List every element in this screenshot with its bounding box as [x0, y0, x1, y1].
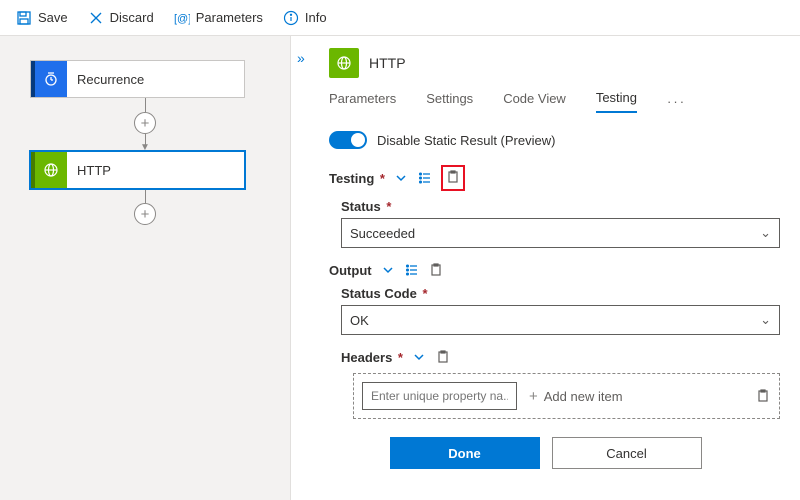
chevron-down-icon[interactable] [380, 262, 396, 278]
tab-code-view[interactable]: Code View [503, 91, 566, 112]
paste-icon[interactable] [435, 349, 451, 365]
output-section-label: Output [329, 263, 372, 278]
globe-icon [31, 152, 67, 188]
paste-icon[interactable] [445, 169, 461, 185]
tab-settings[interactable]: Settings [426, 91, 473, 112]
switch-schema-highlight [441, 165, 465, 191]
connector: + ▼ [38, 98, 253, 151]
discard-icon [88, 10, 104, 26]
parameters-label: Parameters [196, 10, 263, 25]
done-button[interactable]: Done [390, 437, 540, 469]
discard-label: Discard [110, 10, 154, 25]
add-step-button[interactable]: + [134, 112, 156, 134]
status-code-select[interactable]: OK ⌄ [341, 305, 780, 335]
node-label: Recurrence [67, 72, 154, 87]
svg-text:[@]: [@] [174, 13, 190, 25]
discard-button[interactable]: Discard [80, 6, 162, 30]
clock-icon [31, 61, 67, 97]
chevron-down-icon: ⌄ [760, 312, 771, 328]
status-code-label: Status Code * [341, 286, 780, 301]
workflow-canvas: Recurrence + ▼ HTTP + [0, 36, 290, 500]
status-select[interactable]: Succeeded ⌄ [341, 218, 780, 248]
chevron-down-icon[interactable] [393, 170, 409, 186]
toggle-label: Disable Static Result (Preview) [377, 133, 555, 148]
node-recurrence[interactable]: Recurrence [30, 60, 245, 98]
node-http[interactable]: HTTP [30, 151, 245, 189]
cancel-button[interactable]: Cancel [552, 437, 702, 469]
tab-testing[interactable]: Testing [596, 90, 637, 113]
details-panel: » HTTP Parameters Settings Code View Tes… [290, 36, 800, 500]
chevron-down-icon[interactable] [411, 349, 427, 365]
info-button[interactable]: Info [275, 6, 335, 30]
tab-more-icon[interactable]: ··· [667, 94, 686, 109]
toolbar: Save Discard [@] Parameters Info [0, 0, 800, 36]
save-label: Save [38, 10, 68, 25]
collapse-panel-icon[interactable]: » [297, 50, 305, 66]
paste-icon[interactable] [755, 388, 771, 404]
globe-icon [329, 48, 359, 78]
add-step-button[interactable]: + [134, 203, 156, 225]
headers-box: +Add new item [353, 373, 780, 419]
status-code-value: OK [350, 313, 369, 328]
paste-icon[interactable] [428, 262, 444, 278]
save-icon [16, 10, 32, 26]
node-label: HTTP [67, 163, 121, 178]
panel-title: HTTP [369, 55, 406, 71]
list-icon[interactable] [417, 170, 433, 186]
parameters-button[interactable]: [@] Parameters [166, 6, 271, 30]
status-label: Status * [341, 199, 780, 214]
list-icon[interactable] [404, 262, 420, 278]
add-new-item-button[interactable]: +Add new item [529, 388, 623, 405]
property-name-input[interactable] [362, 382, 517, 410]
parameters-icon: [@] [174, 10, 190, 26]
tab-parameters[interactable]: Parameters [329, 91, 396, 112]
info-icon [283, 10, 299, 26]
status-value: Succeeded [350, 226, 415, 241]
disable-static-result-toggle[interactable] [329, 131, 367, 149]
headers-section-label: Headers * [341, 350, 403, 365]
panel-tabs: Parameters Settings Code View Testing ··… [329, 90, 780, 113]
testing-section-label: Testing * [329, 171, 385, 186]
info-label: Info [305, 10, 327, 25]
chevron-down-icon: ⌄ [760, 225, 771, 241]
connector: + [38, 189, 253, 225]
save-button[interactable]: Save [8, 6, 76, 30]
